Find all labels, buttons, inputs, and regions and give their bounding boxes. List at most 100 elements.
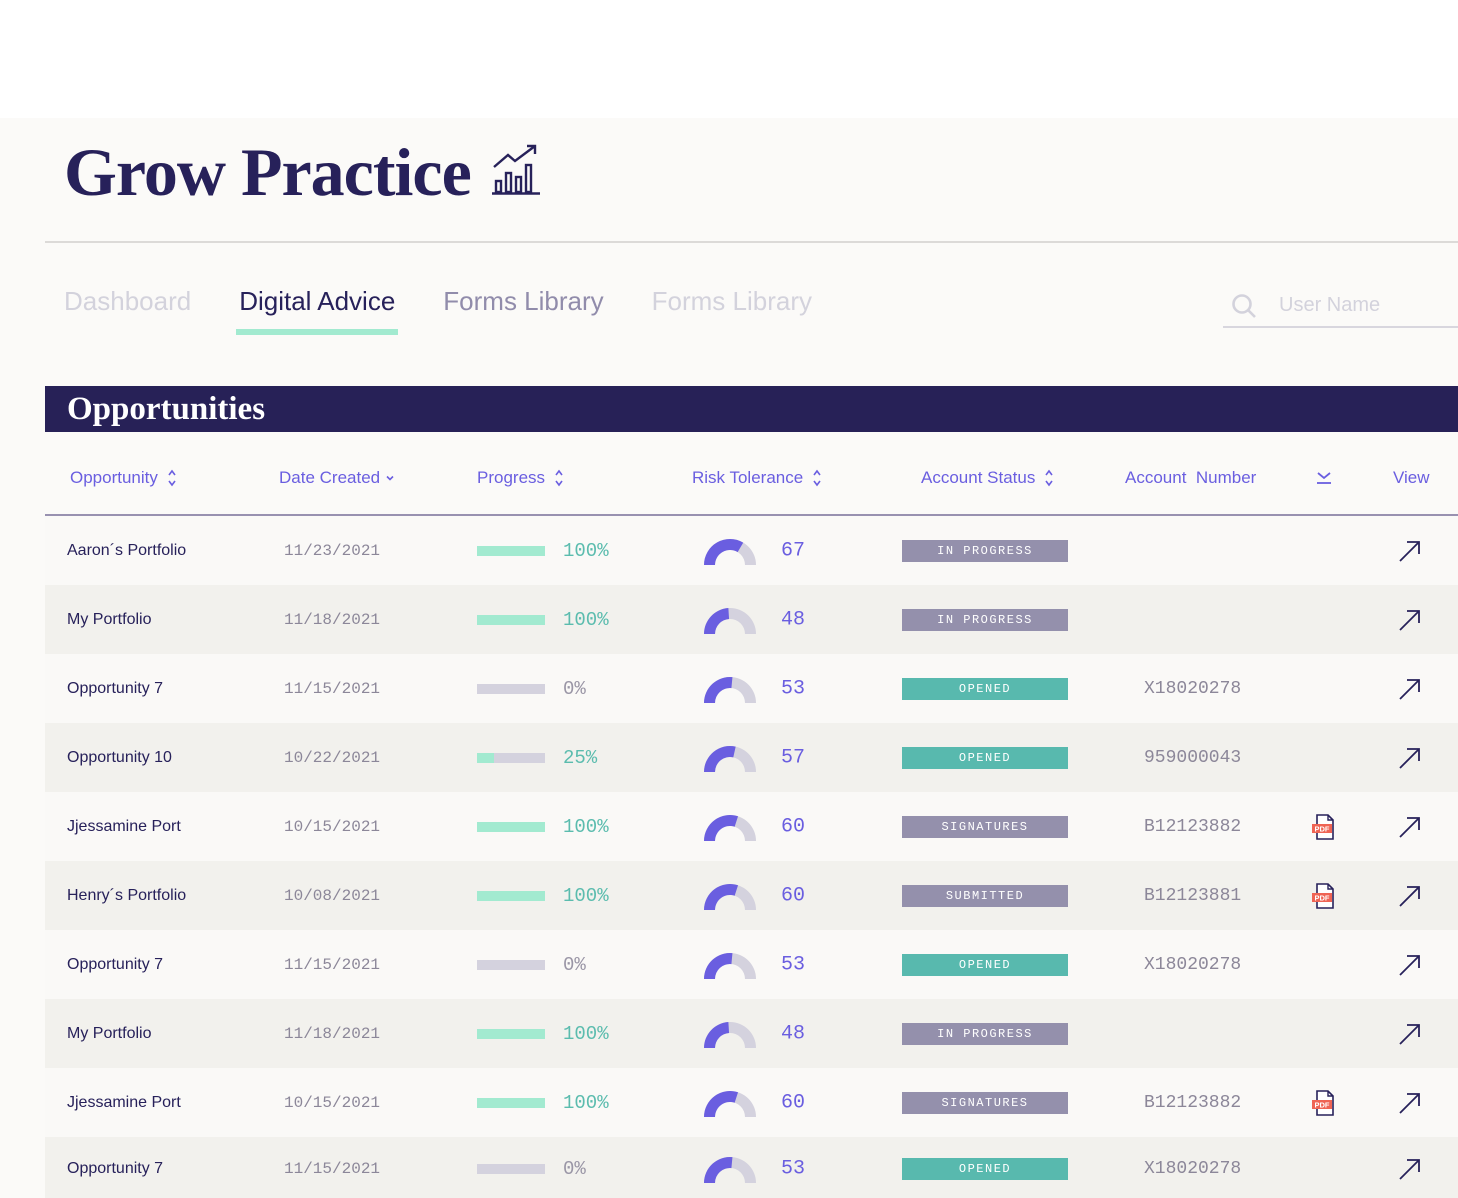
opportunity-name[interactable]: Jjessamine Port <box>67 1094 181 1112</box>
account-number: B12123882 <box>1144 1092 1242 1113</box>
tab-forms-library-2[interactable]: Forms Library <box>652 286 812 335</box>
column-header-label: Risk Tolerance <box>692 468 804 487</box>
view-arrow-icon[interactable] <box>1397 1156 1423 1182</box>
progress-bar <box>477 545 545 556</box>
risk-score: 60 <box>781 1091 806 1114</box>
opportunity-name[interactable]: Opportunity 10 <box>67 749 172 767</box>
date-created: 11/15/2021 <box>284 955 381 974</box>
opportunity-name[interactable]: Opportunity 7 <box>67 680 163 698</box>
table-row[interactable]: My Portfolio 11/18/2021 100% 48 IN PROGR… <box>45 585 1458 654</box>
account-status-badge: IN PROGRESS <box>902 1022 1068 1045</box>
account-status-badge: IN PROGRESS <box>902 539 1068 562</box>
account-status-badge: SUBMITTED <box>902 884 1068 907</box>
risk-score: 53 <box>781 677 806 700</box>
table-row[interactable]: Henry´s Portfolio 10/08/2021 100% 60 SUB… <box>45 861 1458 930</box>
table-row[interactable]: Opportunity 7 11/15/2021 0% 53 OPENED X1… <box>45 654 1458 723</box>
svg-text:PDF: PDF <box>1315 893 1330 902</box>
growth-chart-icon <box>491 144 540 195</box>
opportunity-name[interactable]: My Portfolio <box>67 611 151 629</box>
progress-percent: 100% <box>563 608 609 631</box>
account-status-badge: OPENED <box>902 746 1068 769</box>
svg-text:PDF: PDF <box>1315 824 1330 833</box>
table-row[interactable]: Opportunity 7 11/15/2021 0% 53 OPENED X1… <box>45 1137 1458 1198</box>
view-arrow-icon[interactable] <box>1397 814 1423 840</box>
table-row[interactable]: Opportunity 7 11/15/2021 0% 53 OPENED X1… <box>45 930 1458 999</box>
view-arrow-icon[interactable] <box>1397 883 1423 909</box>
download-icon <box>1317 472 1331 484</box>
pdf-icon[interactable]: PDF <box>1311 1089 1337 1117</box>
opportunity-name[interactable]: My Portfolio <box>67 1025 151 1043</box>
view-arrow-icon[interactable] <box>1397 607 1423 633</box>
risk-score: 57 <box>781 746 806 769</box>
account-status-badge: OPENED <box>902 677 1068 700</box>
table-row[interactable]: My Portfolio 11/18/2021 100% 48 IN PROGR… <box>45 999 1458 1068</box>
svg-text:PDF: PDF <box>1315 1100 1330 1109</box>
opportunity-name[interactable]: Opportunity 7 <box>67 956 163 974</box>
tab-bar: Dashboard Digital Advice Forms Library F… <box>64 286 860 338</box>
tab-forms-library[interactable]: Forms Library <box>443 286 603 335</box>
progress-percent: 100% <box>563 815 609 838</box>
chevron-down-icon <box>386 475 394 481</box>
opportunity-name[interactable]: Opportunity 7 <box>67 1160 163 1178</box>
column-header-label: Account Status <box>921 468 1036 487</box>
account-number: 959000043 <box>1144 747 1242 768</box>
view-arrow-icon[interactable] <box>1397 745 1423 771</box>
user-search <box>1223 286 1458 328</box>
sort-icon <box>555 469 563 487</box>
progress-bar-fill <box>477 545 545 556</box>
progress-bar-fill <box>477 752 494 763</box>
column-header-date-created[interactable]: Date Created <box>279 468 395 488</box>
account-status-badge: SIGNATURES <box>902 815 1068 838</box>
opportunity-name[interactable]: Henry´s Portfolio <box>67 887 186 905</box>
table-row[interactable]: Aaron´s Portfolio 11/23/2021 100% 67 IN … <box>45 516 1458 585</box>
date-created: 10/15/2021 <box>284 1093 381 1112</box>
account-number: X18020278 <box>1144 954 1242 975</box>
account-number: B12123882 <box>1144 816 1242 837</box>
column-header-account-number[interactable]: Account Number <box>1125 468 1256 488</box>
view-arrow-icon[interactable] <box>1397 952 1423 978</box>
progress-percent: 0% <box>563 953 586 976</box>
risk-gauge <box>704 883 756 910</box>
view-arrow-icon[interactable] <box>1397 1090 1423 1116</box>
tab-dashboard[interactable]: Dashboard <box>64 286 191 335</box>
pdf-icon[interactable]: PDF <box>1311 882 1337 910</box>
date-created: 10/15/2021 <box>284 817 381 836</box>
table-row[interactable]: Opportunity 10 10/22/2021 25% 57 OPENED … <box>45 723 1458 792</box>
column-header-view: View <box>1393 468 1430 488</box>
progress-percent: 0% <box>563 677 586 700</box>
column-header-progress[interactable]: Progress <box>477 468 564 488</box>
risk-gauge <box>704 952 756 979</box>
progress-bar-fill <box>477 614 545 625</box>
header-divider <box>45 241 1458 243</box>
risk-score: 48 <box>781 1022 806 1045</box>
progress-bar <box>477 614 545 625</box>
view-arrow-icon[interactable] <box>1397 676 1423 702</box>
risk-gauge <box>704 1090 756 1117</box>
column-header-account-status[interactable]: Account Status <box>921 468 1054 488</box>
tab-digital-advice[interactable]: Digital Advice <box>236 286 399 335</box>
column-header-label: Account Number <box>1125 468 1257 487</box>
user-name-search-input[interactable] <box>1279 294 1449 317</box>
date-created: 10/08/2021 <box>284 886 381 905</box>
progress-percent: 100% <box>563 1091 609 1114</box>
table-row[interactable]: Jjessamine Port 10/15/2021 100% 60 SIGNA… <box>45 1068 1458 1137</box>
opportunity-name[interactable]: Jjessamine Port <box>67 818 181 836</box>
opportunity-name[interactable]: Aaron´s Portfolio <box>67 542 186 560</box>
progress-percent: 100% <box>563 539 609 562</box>
date-created: 11/15/2021 <box>284 1160 381 1178</box>
column-header-opportunity[interactable]: Opportunity <box>70 468 177 488</box>
date-created: 11/18/2021 <box>284 610 381 629</box>
pdf-icon[interactable]: PDF <box>1311 813 1337 841</box>
sort-icon <box>813 469 821 487</box>
sort-icon <box>1045 469 1053 487</box>
view-arrow-icon[interactable] <box>1397 538 1423 564</box>
opportunities-section-header: Opportunities <box>45 386 1458 432</box>
progress-bar-fill <box>477 1028 545 1039</box>
table-row[interactable]: Jjessamine Port 10/15/2021 100% 60 SIGNA… <box>45 792 1458 861</box>
view-arrow-icon[interactable] <box>1397 1021 1423 1047</box>
column-header-risk-tolerance[interactable]: Risk Tolerance <box>692 468 822 488</box>
account-number: X18020278 <box>1144 1159 1242 1179</box>
download-all-button[interactable] <box>1315 468 1333 486</box>
progress-bar-fill <box>477 821 545 832</box>
risk-score: 60 <box>781 815 806 838</box>
